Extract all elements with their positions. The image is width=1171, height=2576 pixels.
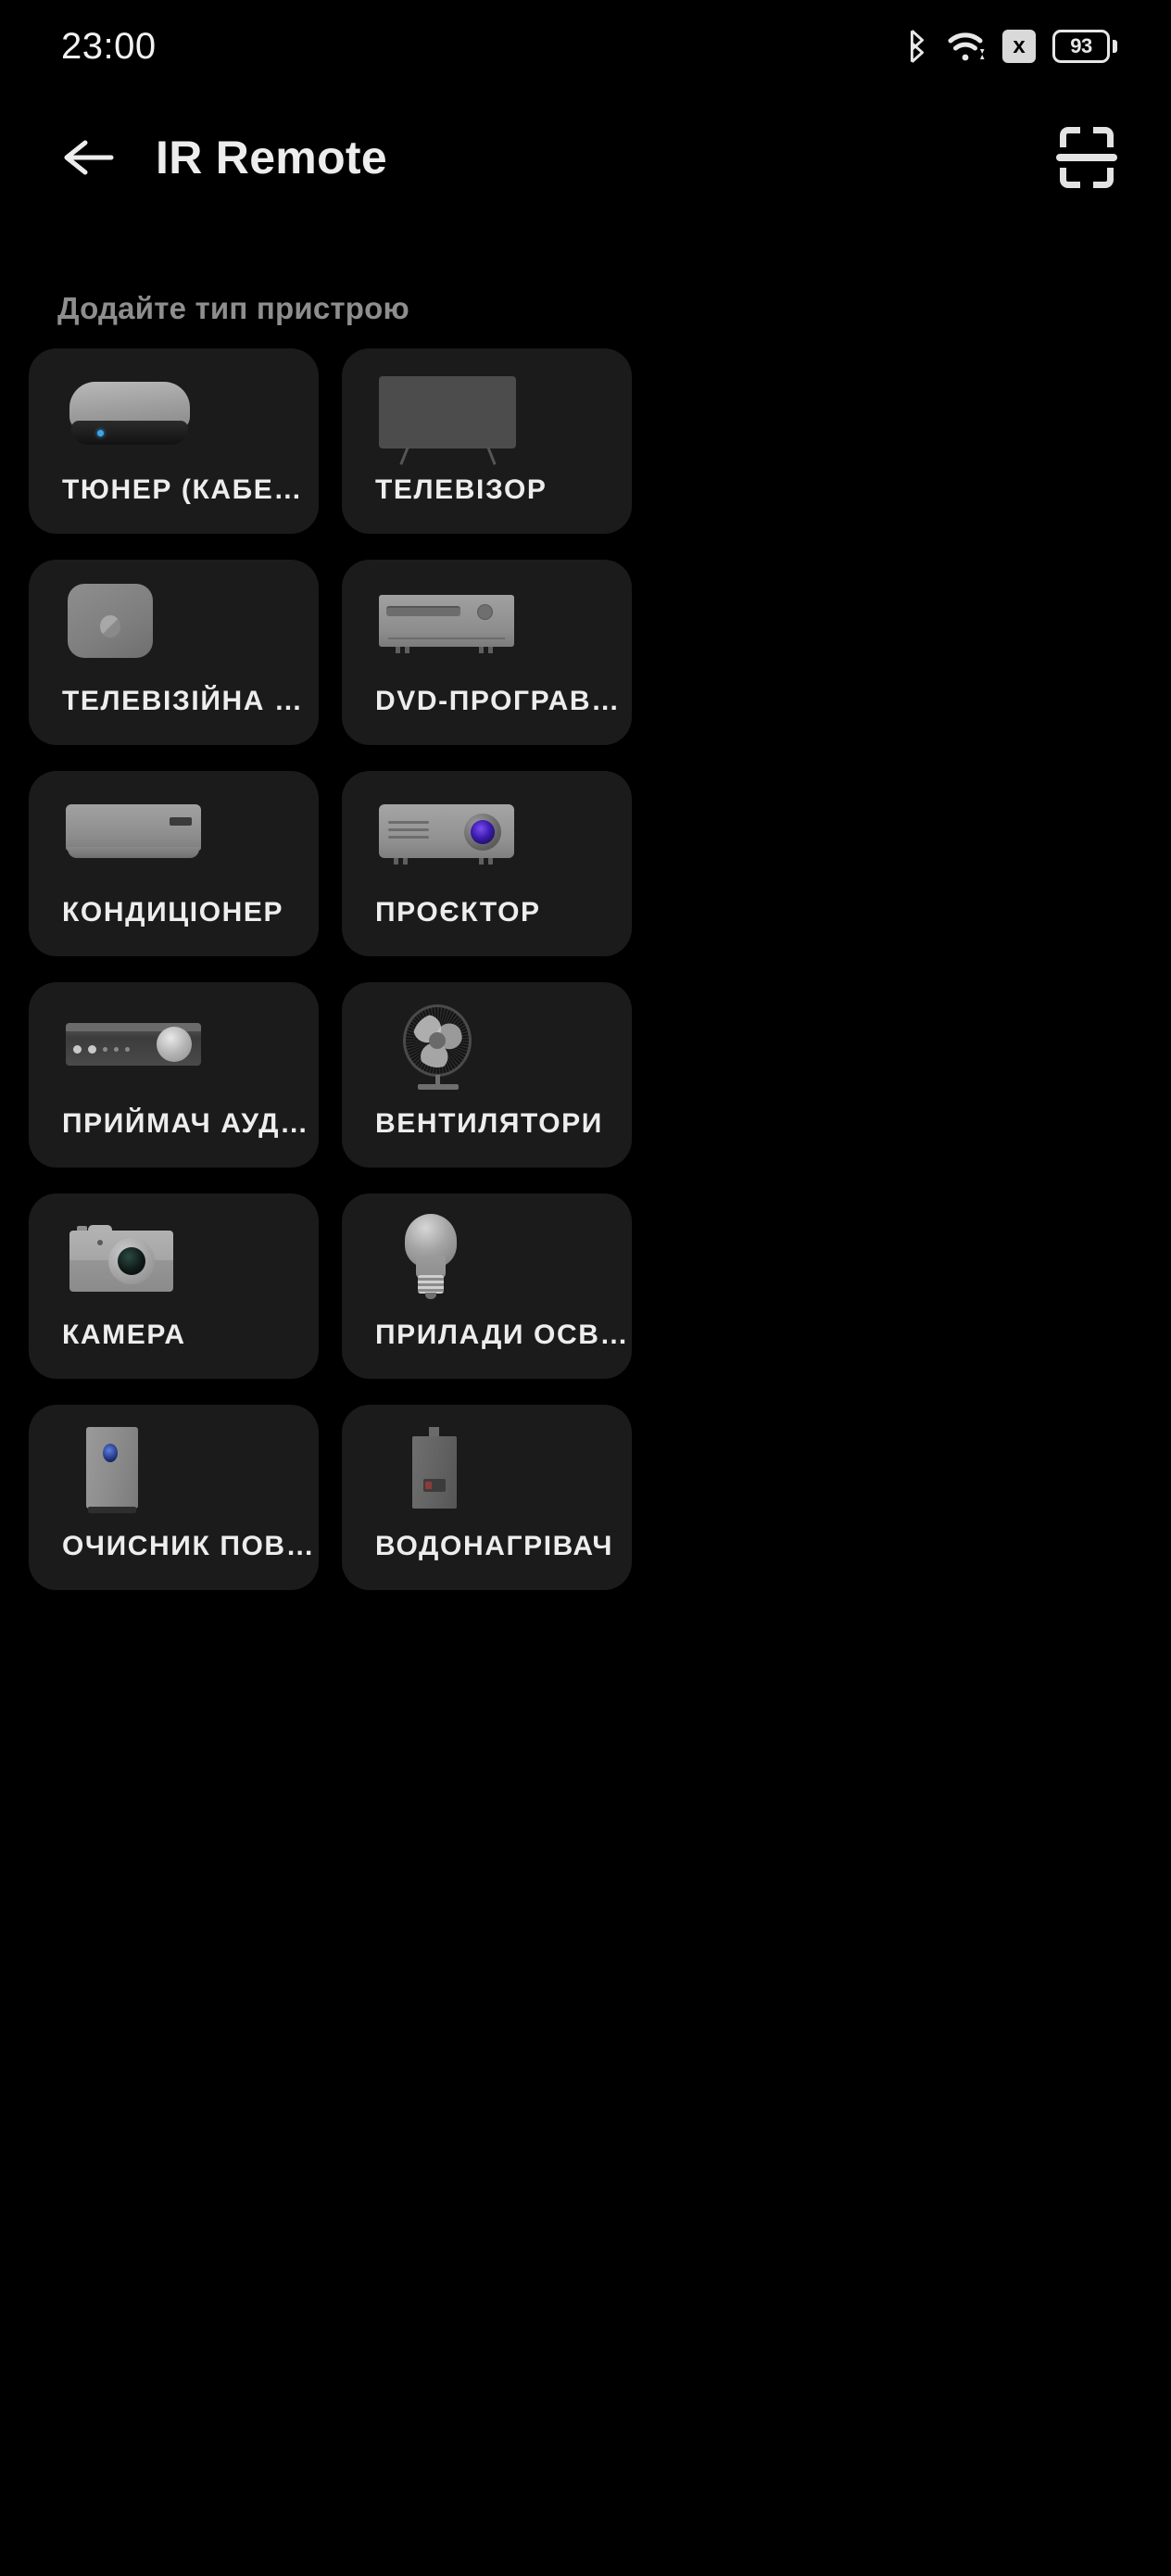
device-card-tv-box[interactable]: ТЕЛЕВІЗІЙНА …: [29, 560, 319, 745]
device-card-label: ТЕЛЕВІЗОР: [375, 474, 548, 505]
device-card-label: ВОДОНАГРІВАЧ: [375, 1531, 614, 1561]
device-card-air-purifier[interactable]: ОЧИСНИК ПОВ…: [29, 1405, 319, 1590]
device-card-label: КОНДИЦІОНЕР: [62, 897, 284, 928]
device-card-television[interactable]: ТЕЛЕВІЗОР: [342, 348, 632, 534]
fan-icon: [375, 1003, 523, 1091]
status-bar: 23:00 x 93: [0, 0, 1171, 93]
device-type-grid: ТЮНЕР (КАБЕ… ТЕЛЕВІЗОР ТЕЛЕВІЗІЙНА … DVD…: [0, 348, 1171, 1590]
status-time: 23:00: [61, 25, 157, 67]
device-card-label: ТЮНЕР (КАБЕ…: [62, 474, 304, 505]
air-conditioner-icon: [62, 791, 210, 879]
device-card-label: ВЕНТИЛЯТОРИ: [375, 1108, 603, 1139]
air-purifier-icon: [62, 1425, 210, 1513]
device-card-air-conditioner[interactable]: КОНДИЦІОНЕР: [29, 771, 319, 956]
television-icon: [375, 369, 523, 465]
page-title: IR Remote: [156, 132, 387, 183]
device-card-label: КАМЕРА: [62, 1320, 186, 1350]
back-arrow-icon: [64, 140, 114, 175]
sim-disabled-icon: x: [1002, 30, 1036, 63]
battery-icon: 93: [1052, 30, 1117, 63]
device-card-label: ПРОЄКТОР: [375, 897, 541, 928]
scan-corner-bottom-left: [1060, 168, 1080, 188]
battery-level-text: 93: [1052, 30, 1110, 63]
device-card-audio-receiver[interactable]: ПРИЙМАЧ АУД…: [29, 982, 319, 1168]
tv-box-icon: [62, 580, 210, 668]
dvd-player-icon: [375, 580, 523, 668]
device-card-label: ПРИЙМАЧ АУД…: [62, 1108, 309, 1139]
bluetooth-icon: [904, 29, 930, 64]
ir-remote-screen: 23:00 x 93 IR Remote Додайте тип пристро…: [0, 0, 1171, 2576]
scan-corner-bottom-right: [1093, 168, 1114, 188]
battery-cap: [1113, 40, 1117, 53]
device-card-projector[interactable]: ПРОЄКТОР: [342, 771, 632, 956]
wifi-icon: [947, 29, 986, 64]
scan-line: [1056, 154, 1117, 161]
device-card-label: ОЧИСНИК ПОВ…: [62, 1531, 316, 1561]
device-card-water-heater[interactable]: ВОДОНАГРІВАЧ: [342, 1405, 632, 1590]
scan-corner-top-right: [1093, 127, 1114, 147]
camera-icon: [62, 1214, 210, 1302]
app-bar: IR Remote: [0, 93, 1171, 222]
device-card-label: ТЕЛЕВІЗІЙНА …: [62, 686, 304, 716]
scan-button[interactable]: [1051, 121, 1123, 194]
set-top-box-icon: [62, 369, 210, 457]
section-title: Додайте тип пристрою: [57, 291, 409, 325]
back-button[interactable]: [56, 124, 122, 191]
device-card-fan[interactable]: ВЕНТИЛЯТОРИ: [342, 982, 632, 1168]
light-bulb-icon: [375, 1214, 523, 1302]
scan-corner-top-left: [1060, 127, 1080, 147]
device-card-dvd-player[interactable]: DVD-ПРОГРАВ…: [342, 560, 632, 745]
device-card-label: DVD-ПРОГРАВ…: [375, 686, 621, 716]
water-heater-icon: [375, 1425, 523, 1513]
device-card-tuner[interactable]: ТЮНЕР (КАБЕ…: [29, 348, 319, 534]
status-icons: x 93: [904, 29, 1117, 64]
device-card-label: ПРИЛАДИ ОСВ…: [375, 1320, 630, 1350]
projector-icon: [375, 791, 523, 879]
audio-receiver-icon: [62, 1003, 210, 1091]
device-card-lighting[interactable]: ПРИЛАДИ ОСВ…: [342, 1193, 632, 1379]
device-card-camera[interactable]: КАМЕРА: [29, 1193, 319, 1379]
